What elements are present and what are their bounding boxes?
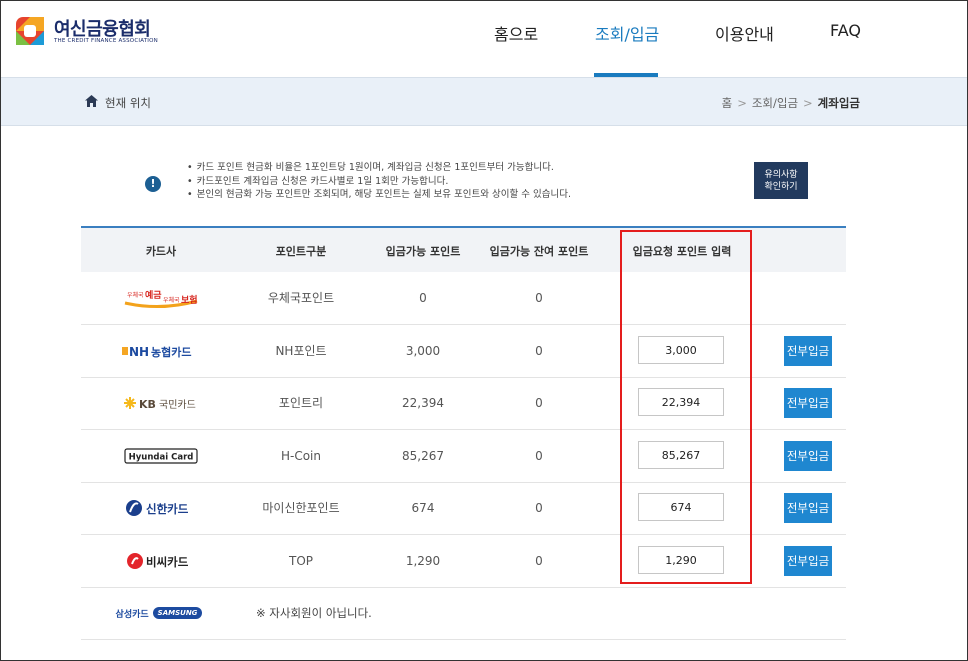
cell-available: 3,000	[405, 344, 441, 358]
svg-text:Hyundai Card: Hyundai Card	[129, 453, 194, 463]
nh-logo-icon: NH 농협카드	[111, 325, 211, 377]
logo-subtitle: THE CREDIT FINANCE ASSOCIATION	[54, 38, 158, 44]
table-row: 삼성카드 SAMSUNG ※ 자사회원이 아닙니다.	[81, 587, 846, 640]
th-point-type: 포인트구분	[275, 245, 327, 258]
svg-text:KB: KB	[139, 398, 156, 411]
svg-text:국민카드: 국민카드	[159, 399, 196, 411]
notice-list: 카드 포인트 현금화 비율은 1포인트당 1원이며, 계좌입금 신청은 1포인트…	[187, 161, 571, 202]
bc-logo-icon: 비씨카드	[111, 535, 211, 587]
hyundai-logo-icon: Hyundai Card	[111, 430, 211, 482]
breadcrumb-bar: 현재 위치 홈 > 조회/입금 > 계좌입금	[1, 77, 967, 126]
cell-point-type: H-Coin	[280, 449, 321, 463]
cell-available: 22,394	[402, 396, 444, 410]
notice-item: 카드포인트 계좌입금 신청은 카드사별로 1일 1회만 가능합니다.	[187, 175, 571, 189]
svg-text:신한카드: 신한카드	[146, 502, 189, 516]
svg-text:농협카드: 농협카드	[151, 345, 191, 359]
deposit-all-button[interactable]: 전부입금	[784, 441, 832, 471]
cell-remaining: 0	[535, 501, 543, 515]
svg-text:예금: 예금	[145, 289, 162, 301]
cell-point-type: 우체국포인트	[267, 291, 335, 305]
cell-remaining: 0	[535, 291, 543, 305]
breadcrumb-separator: >	[737, 96, 747, 110]
site-header: 여신금융협회 THE CREDIT FINANCE ASSOCIATION 홈으…	[1, 1, 967, 77]
cell-point-type: TOP	[288, 554, 313, 568]
svg-text:NH: NH	[129, 345, 149, 359]
notice-item: 카드 포인트 현금화 비율은 1포인트당 1원이며, 계좌입금 신청은 1포인트…	[187, 161, 571, 175]
samsung-card-en: SAMSUNG	[152, 607, 203, 619]
epost-logo-icon: 우체국 예금 우체국 보험	[111, 272, 211, 324]
notice-exclamation-icon: !	[145, 176, 161, 192]
cell-remaining: 0	[535, 344, 543, 358]
deposit-all-button[interactable]: 전부입금	[784, 388, 832, 418]
non-member-message: ※ 자사회원이 아닙니다.	[256, 606, 372, 620]
samsung-logo-icon: 삼성카드 SAMSUNG	[109, 587, 209, 639]
svg-text:보험: 보험	[181, 294, 198, 306]
home-icon	[85, 95, 98, 107]
cell-available: 674	[411, 501, 435, 515]
svg-text:우체국: 우체국	[163, 296, 180, 304]
nav-home[interactable]: 홈으로	[494, 21, 538, 45]
breadcrumb-current: 계좌입금	[817, 96, 860, 110]
cell-remaining: 0	[535, 554, 543, 568]
nav-guide[interactable]: 이용안내	[715, 21, 774, 45]
breadcrumb-inquiry[interactable]: 조회/입금	[752, 96, 798, 110]
page-frame: 여신금융협회 THE CREDIT FINANCE ASSOCIATION 홈으…	[0, 0, 968, 661]
cell-point-type: 포인트리	[278, 396, 324, 410]
cell-point-type: NH포인트	[275, 344, 327, 358]
breadcrumb: 홈 > 조회/입금 > 계좌입금	[722, 95, 860, 111]
check-notice-line1: 유의사항	[764, 169, 798, 180]
deposit-all-button[interactable]: 전부입금	[784, 546, 832, 576]
nav-inquiry-deposit[interactable]: 조회/입금	[595, 21, 659, 45]
check-notice-line2: 확인하기	[764, 181, 798, 192]
samsung-card-ko: 삼성카드	[115, 609, 149, 620]
shinhan-logo-icon: 신한카드	[111, 482, 211, 534]
breadcrumb-home[interactable]: 홈	[722, 96, 733, 110]
svg-text:비씨카드: 비씨카드	[146, 555, 189, 569]
current-location-label: 현재 위치	[105, 96, 151, 110]
breadcrumb-separator: >	[803, 96, 813, 110]
cell-remaining: 0	[535, 396, 543, 410]
cell-point-type: 마이신한포인트	[262, 501, 340, 515]
kb-logo-icon: KB 국민카드	[111, 377, 211, 429]
deposit-all-button[interactable]: 전부입금	[784, 493, 832, 523]
cell-available: 1,290	[405, 554, 441, 568]
nav-faq[interactable]: FAQ	[830, 21, 861, 40]
cell-remaining: 0	[535, 449, 543, 463]
cell-available: 0	[419, 291, 427, 305]
deposit-all-button[interactable]: 전부입금	[784, 336, 832, 366]
input-column-highlight	[620, 230, 752, 584]
cell-available: 85,267	[402, 449, 444, 463]
th-card-company: 카드사	[145, 245, 177, 258]
association-logo-icon[interactable]	[14, 15, 46, 47]
th-available-points: 입금가능 포인트	[385, 245, 461, 258]
notice-item: 본인의 현금화 가능 포인트만 조회되며, 해당 포인트는 실제 보유 포인트와…	[187, 188, 571, 202]
svg-text:우체국: 우체국	[127, 291, 144, 299]
check-notice-button[interactable]: 유의사항 확인하기	[754, 162, 808, 199]
th-remaining-points: 입금가능 잔여 포인트	[489, 245, 589, 258]
